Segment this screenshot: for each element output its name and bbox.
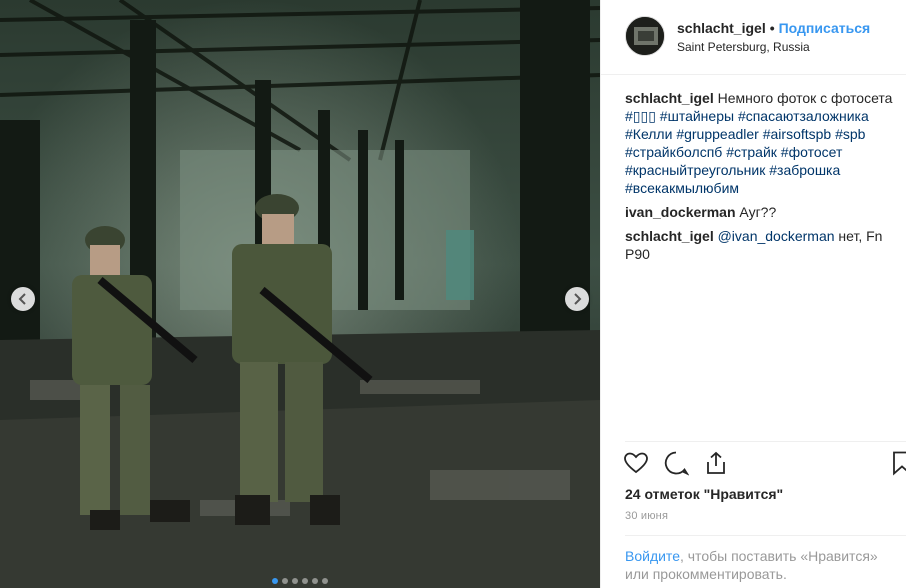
hashtag-link[interactable]: #страйк [726,144,777,160]
login-prompt: Войдите, чтобы поставить «Нравится» или … [625,547,905,583]
hashtag-link[interactable]: #штайнеры [660,108,734,124]
previous-photo-button[interactable] [11,287,35,311]
follow-button[interactable]: Подписаться [779,20,871,36]
save-button[interactable] [889,450,906,478]
comment-item: schlacht_igel @ivan_dockerman нет, Fn P9… [625,227,895,263]
carousel-dot [292,578,298,584]
carousel-dot [282,578,288,584]
comment-text: Ауг?? [739,204,777,220]
comment-text: Немного фоток с фотосета [717,90,893,106]
chevron-right-icon [574,293,582,305]
hashtag-link[interactable]: #airsoftspb [763,126,831,142]
carousel-dot [302,578,308,584]
caption-comment: schlacht_igel Немного фоток с фотосета #… [625,89,895,197]
hashtag-link[interactable]: #Келли [625,126,672,142]
hashtag-link[interactable]: #spb [835,126,865,142]
post-photo [0,0,600,588]
heart-icon [624,452,648,474]
divider [625,535,906,536]
next-photo-button[interactable] [565,287,589,311]
hashtag-link[interactable]: #красныйтреугольник [625,162,765,178]
likes-count[interactable]: 24 отметок "Нравится" [625,486,783,502]
bookmark-icon [893,451,906,476]
carousel-dot [312,578,318,584]
mention-link[interactable]: @ivan_dockerman [718,228,835,244]
hashtag-link[interactable]: #страйкболспб [625,144,722,160]
divider [625,441,906,442]
user-line: schlacht_igel • Подписаться [677,20,870,36]
separator: • [769,20,775,36]
carousel-dot [272,578,278,584]
carousel-dot [322,578,328,584]
like-button[interactable] [623,450,651,478]
comment-author[interactable]: ivan_dockerman [625,204,736,220]
photo-scene [0,0,600,588]
avatar-image [626,17,664,55]
comment-item: ivan_dockerman Ауг?? [625,203,895,221]
username-link[interactable]: schlacht_igel [677,20,766,36]
comment-author[interactable]: schlacht_igel [625,228,714,244]
hashtag-link[interactable]: #gruppeadler [676,126,759,142]
post-date: 30 июня [625,510,669,522]
chevron-left-icon [18,293,26,305]
login-link[interactable]: Войдите [625,548,680,564]
share-icon [707,451,725,474]
share-button[interactable] [703,450,731,478]
action-bar [623,450,906,478]
comment-button[interactable] [663,450,691,478]
avatar[interactable] [625,16,665,56]
comments-list: schlacht_igel Немного фоток с фотосета #… [625,89,895,269]
post-header: schlacht_igel • Подписаться Saint Petersbu… [601,0,906,75]
comment-bubble-icon [664,451,690,476]
comment-author[interactable]: schlacht_igel [625,90,714,106]
hashtag-link[interactable]: #▯▯▯ [625,108,656,124]
hashtag-link[interactable]: #заброшка [769,162,840,178]
hashtag-link[interactable]: #фотосет [781,144,843,160]
hashtag-link[interactable]: #всекакмылюбим [625,180,739,196]
hashtag-link[interactable]: #спасаютзаложника [738,108,869,124]
post-sidebar: schlacht_igel • Подписаться Saint Petersbu… [600,0,906,588]
hashtag-list: #▯▯▯ #штайнеры #спасаютзаложника #Келли … [625,108,869,196]
carousel-indicator [272,578,328,584]
location-link[interactable]: Saint Petersburg, Russia [677,40,810,54]
